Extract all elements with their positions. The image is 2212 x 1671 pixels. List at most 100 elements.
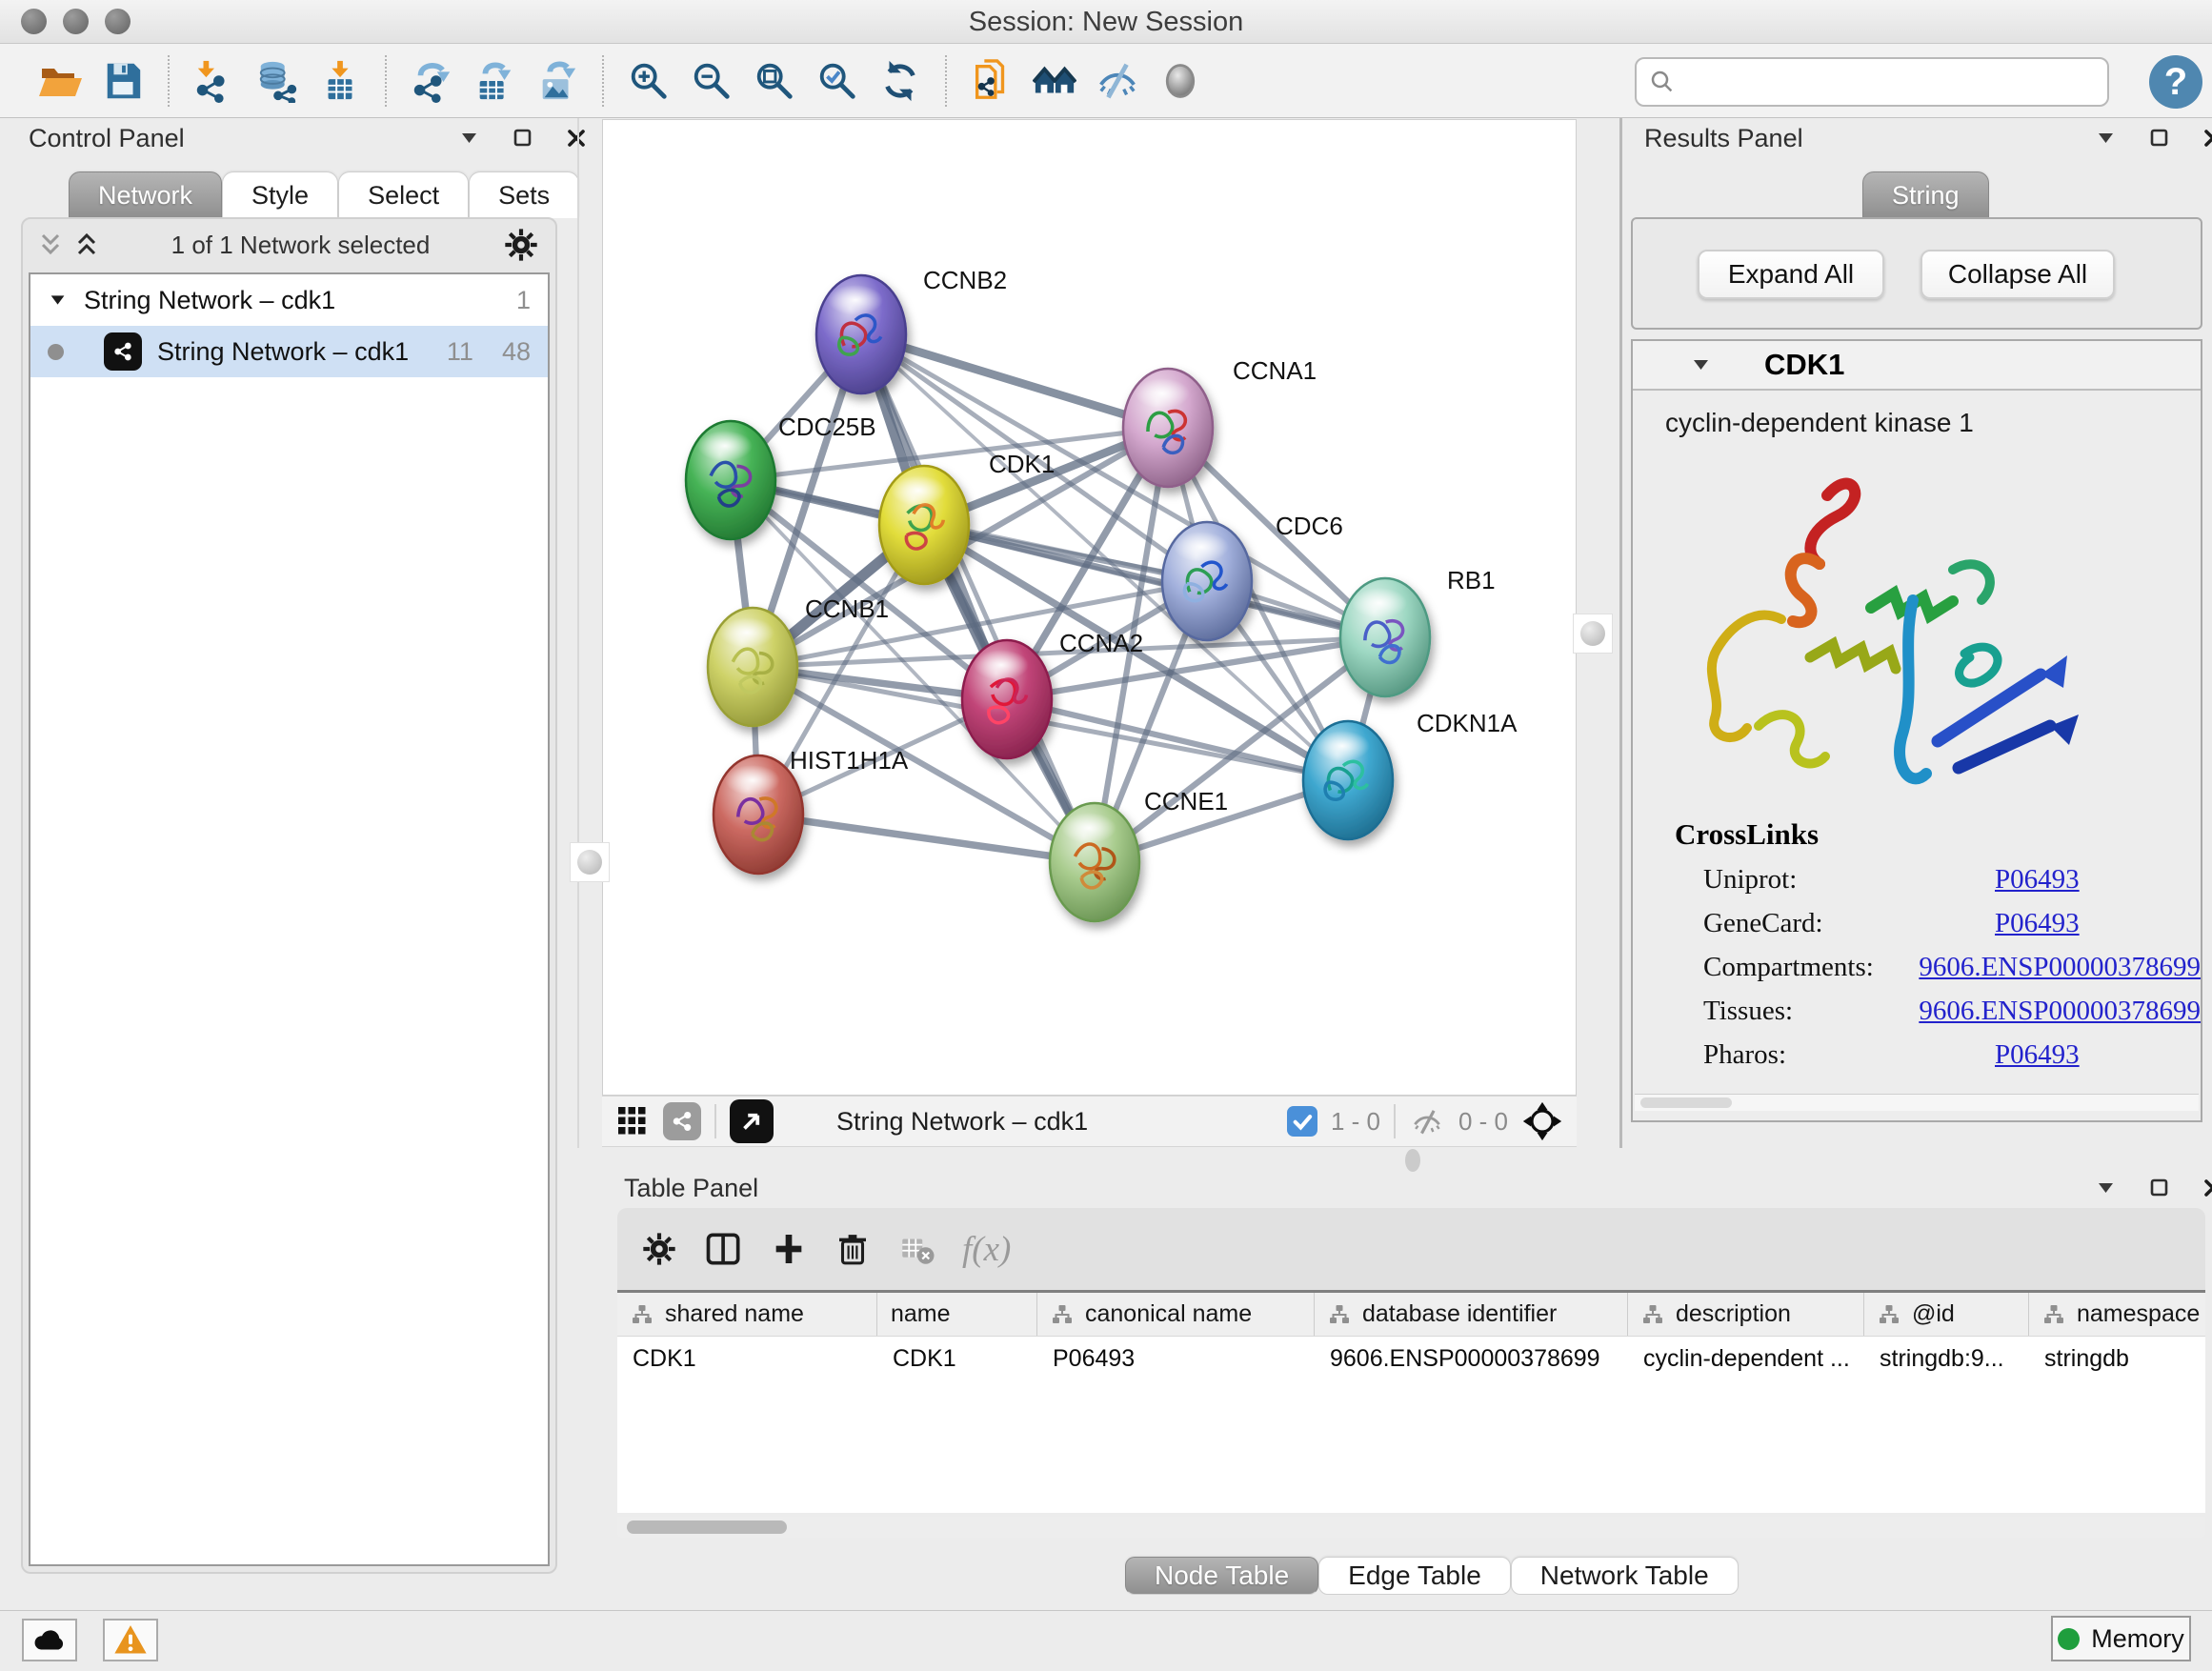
export-table-button[interactable] xyxy=(463,50,526,111)
show-columns-icon[interactable] xyxy=(703,1228,745,1270)
column-header-namespace[interactable]: namespace xyxy=(2029,1293,2205,1336)
column-header-canonical-name[interactable]: canonical name xyxy=(1037,1293,1315,1336)
table-cell[interactable]: P06493 xyxy=(1037,1337,1315,1380)
right-splitter-grip[interactable] xyxy=(1573,614,1613,654)
table-horizontal-scrollbar[interactable] xyxy=(617,1517,2205,1538)
minimize-window-button[interactable] xyxy=(63,9,89,34)
column-header-shared-name[interactable]: shared name xyxy=(617,1293,877,1336)
table-body: CDK1CDK1P064939606.ENSP00000378699cyclin… xyxy=(617,1337,2205,1380)
tab-network[interactable]: Network xyxy=(69,171,222,218)
refresh-view-button[interactable] xyxy=(869,50,932,111)
function-builder-icon[interactable]: f(x) xyxy=(962,1229,1011,1270)
results-panel-float-button[interactable] xyxy=(2145,124,2174,152)
results-panel-close-button[interactable] xyxy=(2199,124,2212,152)
results-panel-collapse-button[interactable] xyxy=(2092,124,2121,152)
crosslink-link-genecard[interactable]: P06493 xyxy=(1995,908,2080,939)
cloud-status-button[interactable] xyxy=(22,1619,77,1661)
network-node-RB1[interactable]: RB1 xyxy=(1340,566,1496,696)
import-network-file-button[interactable] xyxy=(183,50,246,111)
table-panel-close-button[interactable] xyxy=(2199,1174,2212,1202)
network-canvas[interactable]: CCNB2CCNA1CDC25BCDK1CDC6RB1CCNB1CCNA2CDK… xyxy=(602,119,1577,1096)
network-node-CDK1[interactable]: CDK1 xyxy=(879,450,1055,584)
collapse-all-button[interactable]: Collapse All xyxy=(1920,250,2115,299)
network-collection-row[interactable]: String Network – cdk11 xyxy=(30,274,548,326)
tab-string[interactable]: String xyxy=(1862,171,1989,218)
birdseye-crosshair-icon[interactable] xyxy=(1521,1100,1563,1142)
network-node-CCNE1[interactable]: CCNE1 xyxy=(1050,787,1228,921)
tab-network-table[interactable]: Network Table xyxy=(1511,1557,1739,1595)
selected-checkbox[interactable] xyxy=(1287,1106,1317,1137)
table-cell[interactable]: cyclin-dependent ... xyxy=(1628,1337,1864,1380)
zoom-selected-button[interactable] xyxy=(806,50,869,111)
memory-button[interactable]: Memory xyxy=(2051,1616,2191,1661)
tab-sets[interactable]: Sets xyxy=(469,171,579,218)
expander-triangle-icon[interactable] xyxy=(48,290,69,311)
crosslink-link-uniprot[interactable]: P06493 xyxy=(1995,864,2080,896)
expand-all-button[interactable]: Expand All xyxy=(1698,250,1884,299)
import-table-file-button[interactable] xyxy=(309,50,372,111)
column-header-@id[interactable]: @id xyxy=(1864,1293,2029,1336)
network-edge-CCNB2-CCNE1[interactable] xyxy=(861,334,1095,862)
string-eye-button[interactable] xyxy=(1149,50,1212,111)
network-view-share-icon[interactable] xyxy=(663,1102,701,1140)
table-cell[interactable]: stringdb xyxy=(2029,1337,2205,1380)
table-cell[interactable]: CDK1 xyxy=(617,1337,877,1380)
control-panel-float-button[interactable] xyxy=(509,124,537,152)
export-image-button[interactable] xyxy=(526,50,589,111)
protein-card-collapse-icon[interactable] xyxy=(1690,353,1713,376)
add-column-icon[interactable] xyxy=(770,1230,808,1268)
table-panel-float-button[interactable] xyxy=(2145,1174,2174,1202)
network-options-gear-icon[interactable] xyxy=(502,226,540,264)
import-network-database-button[interactable] xyxy=(246,50,309,111)
network-node-HIST1H1A[interactable]: HIST1H1A xyxy=(714,746,909,874)
zoom-in-button[interactable] xyxy=(617,50,680,111)
network-row[interactable]: String Network – cdk11148 xyxy=(30,326,548,377)
tab-edge-table[interactable]: Edge Table xyxy=(1318,1557,1511,1595)
delete-column-trash-icon[interactable] xyxy=(833,1229,873,1269)
save-session-button[interactable] xyxy=(91,50,154,111)
open-session-button[interactable] xyxy=(29,50,91,111)
tab-style[interactable]: Style xyxy=(222,171,338,218)
results-scrollbar[interactable] xyxy=(1635,1094,2199,1111)
protein-description: cyclin-dependent kinase 1 xyxy=(1633,391,2201,438)
crosslink-link-pharos[interactable]: P06493 xyxy=(1995,1039,2080,1071)
table-cell[interactable]: 9606.ENSP00000378699 xyxy=(1315,1337,1628,1380)
search-input[interactable] xyxy=(1684,68,2096,97)
zoom-out-button[interactable] xyxy=(680,50,743,111)
column-header-description[interactable]: description xyxy=(1628,1293,1864,1336)
export-network-button[interactable] xyxy=(400,50,463,111)
expand-all-networks-icon[interactable] xyxy=(74,232,99,258)
string-hide-button[interactable] xyxy=(1086,50,1149,111)
table-cell[interactable]: CDK1 xyxy=(877,1337,1037,1380)
collapse-all-networks-icon[interactable] xyxy=(38,232,63,258)
tab-node-table[interactable]: Node Table xyxy=(1125,1557,1318,1595)
tab-select[interactable]: Select xyxy=(338,171,469,218)
table-cell[interactable]: stringdb:9... xyxy=(1864,1337,2029,1380)
zoom-window-button[interactable] xyxy=(105,9,131,34)
control-panel-close-button[interactable] xyxy=(562,124,591,152)
string-home-button[interactable] xyxy=(1023,50,1086,111)
protein-card-header[interactable]: CDK1 xyxy=(1633,341,2201,391)
table-panel-collapse-button[interactable] xyxy=(2092,1174,2121,1202)
fit-content-button[interactable] xyxy=(743,50,806,111)
control-panel-collapse-button[interactable] xyxy=(455,124,484,152)
string-protein-query-button[interactable] xyxy=(960,50,1023,111)
memory-status-dot xyxy=(2058,1628,2080,1650)
crosslink-row: GeneCard:P06493 xyxy=(1703,908,2201,939)
left-splitter-grip[interactable] xyxy=(570,842,610,882)
column-header-name[interactable]: name xyxy=(877,1293,1037,1336)
column-header-database-identifier[interactable]: database identifier xyxy=(1315,1293,1628,1336)
detach-view-button[interactable] xyxy=(730,1099,774,1143)
horizontal-splitter-grip[interactable] xyxy=(1405,1149,1420,1172)
network-edge-CCNB2-CCNA1[interactable] xyxy=(861,334,1168,428)
crosslink-link-tissues[interactable]: 9606.ENSP00000378699 xyxy=(1919,996,2201,1027)
network-node-CDKN1A[interactable]: CDKN1A xyxy=(1303,709,1518,839)
help-button[interactable]: ? xyxy=(2149,55,2202,109)
table-options-gear-icon[interactable] xyxy=(640,1230,678,1268)
grid-view-icon[interactable] xyxy=(615,1104,650,1138)
crosslink-link-compartments[interactable]: 9606.ENSP00000378699 xyxy=(1919,952,2201,983)
network-edge-HIST1H1A-CCNE1[interactable] xyxy=(758,815,1095,862)
warning-status-button[interactable] xyxy=(103,1619,158,1661)
close-window-button[interactable] xyxy=(21,9,47,34)
network-node-CCNA1[interactable]: CCNA1 xyxy=(1123,356,1317,487)
